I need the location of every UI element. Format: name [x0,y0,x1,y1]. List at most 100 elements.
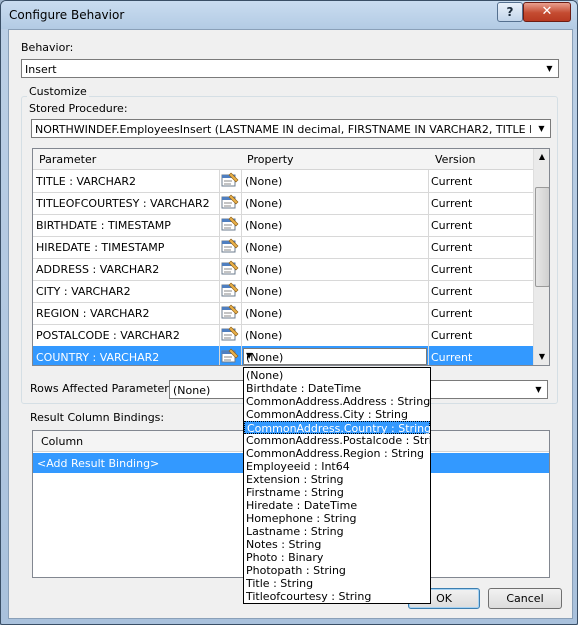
dropdown-option[interactable]: CommonAddress.Country : String [244,421,430,435]
close-button[interactable]: ✕ [523,2,571,22]
version-cell[interactable]: Current [431,285,472,298]
scroll-down-icon[interactable]: ▼ [534,349,549,365]
column-divider [428,258,429,280]
cancel-button[interactable]: Cancel [488,588,562,609]
dropdown-option[interactable]: Photopath : String [244,564,430,577]
table-row[interactable]: ADDRESS : VARCHAR2 (None) Current [33,258,533,281]
stored-procedure-combo[interactable]: NORTHWINDEF.EmployeesInsert (LASTNAME IN… [31,119,551,138]
title-bar[interactable]: Configure Behavior ? ✕ [1,1,577,29]
rows-affected-label: Rows Affected Parameter: [30,382,173,395]
table-row[interactable]: BIRTHDATE : TIMESTAMP (None) Current [33,214,533,237]
column-divider [241,324,242,346]
property-editor-icon[interactable] [221,194,239,210]
rows-affected-value: (None) [173,384,211,397]
dropdown-option[interactable]: Photo : Binary [244,551,430,564]
property-editor-icon[interactable] [221,260,239,276]
dropdown-option[interactable]: CommonAddress.Region : String [244,447,430,460]
column-divider [428,170,429,192]
parameter-cell: TITLE : VARCHAR2 [36,175,137,188]
scroll-thumb[interactable] [535,187,549,287]
property-cell[interactable]: (None) [245,197,282,210]
dropdown-option[interactable]: Hiredate : DateTime [244,499,430,512]
parameter-cell: HIREDATE : TIMESTAMP [36,241,165,254]
behavior-combo[interactable]: Insert ▼ [21,59,559,78]
dropdown-option[interactable]: CommonAddress.Address : String [244,395,430,408]
table-row[interactable]: TITLE : VARCHAR2 (None) Current [33,170,533,193]
parameter-cell: POSTALCODE : VARCHAR2 [36,329,180,342]
property-dropdown-list[interactable]: (None) Birthdate : DateTime CommonAddress.… [243,367,431,604]
header-parameter[interactable]: Parameter [39,153,96,166]
column-divider [241,280,242,302]
table-row[interactable]: REGION : VARCHAR2 (None) Current [33,302,533,325]
property-editor-icon[interactable] [221,304,239,320]
property-editor-icon[interactable] [221,216,239,232]
chevron-down-icon: ▼ [246,351,253,360]
property-editor-icon[interactable] [221,172,239,188]
dropdown-option[interactable]: Homephone : String [244,512,430,525]
result-bindings-label: Result Column Bindings: [30,411,165,424]
column-divider [219,236,220,258]
help-button[interactable]: ? [497,2,523,22]
stored-procedure-label: Stored Procedure: [29,102,128,115]
parameter-cell: ADDRESS : VARCHAR2 [36,263,160,276]
dropdown-option[interactable]: (None) [244,369,430,382]
dropdown-option[interactable]: Lastname : String [244,525,430,538]
property-combo[interactable]: (None) ▼ [243,348,427,365]
table-row[interactable]: COUNTRY : VARCHAR2 (None) ▼ Current [33,346,533,365]
version-cell[interactable]: Current [431,241,472,254]
property-cell[interactable]: (None) [245,285,282,298]
property-editor-icon[interactable] [221,238,239,254]
table-row[interactable]: CITY : VARCHAR2 (None) Current [33,280,533,303]
configure-behavior-dialog: Configure Behavior ? ✕ Behavior: Insert … [0,0,578,625]
table-row[interactable]: HIREDATE : TIMESTAMP (None) Current [33,236,533,259]
version-cell[interactable]: Current [431,219,472,232]
window-title: Configure Behavior [9,8,125,22]
parameter-cell: CITY : VARCHAR2 [36,285,131,298]
property-cell[interactable]: (None) [245,219,282,232]
dropdown-option[interactable]: CommonAddress.City : String [244,408,430,421]
header-property[interactable]: Property [247,153,294,166]
column-divider [428,346,429,365]
dropdown-option[interactable]: Birthdate : DateTime [244,382,430,395]
column-divider [219,346,220,365]
parameter-cell: REGION : VARCHAR2 [36,307,150,320]
header-version[interactable]: Version [435,153,475,166]
property-cell[interactable]: (None) [245,307,282,320]
grid-vertical-scrollbar[interactable]: ▲ ▼ [533,149,549,365]
chevron-down-icon: ▼ [535,385,542,394]
dropdown-option[interactable]: Extension : String [244,473,430,486]
dropdown-option[interactable]: Title : String [244,577,430,590]
version-cell[interactable]: Current [431,351,472,364]
table-row[interactable]: POSTALCODE : VARCHAR2 (None) Current [33,324,533,347]
table-row[interactable]: TITLEOFCOURTESY : VARCHAR2 (None) Current [33,192,533,215]
column-divider [241,170,242,192]
version-cell[interactable]: Current [431,175,472,188]
dropdown-option[interactable]: Titleofcourtesy : String [244,590,430,603]
chevron-down-icon: ▼ [546,64,553,73]
chevron-down-icon: ▼ [538,124,545,133]
grid-header: Parameter Property Version [33,149,533,170]
property-cell[interactable]: (None) [245,175,282,188]
dropdown-option[interactable]: Employeeid : Int64 [244,460,430,473]
property-cell[interactable]: (None) [245,241,282,254]
property-editor-icon[interactable] [221,282,239,298]
dropdown-option[interactable]: CommonAddress.Postalcode : String [244,434,430,447]
column-divider [428,236,429,258]
parameter-grid[interactable]: Parameter Property Version TITLE : VARCH… [32,148,550,366]
header-column[interactable]: Column [41,435,83,448]
dropdown-option[interactable]: Notes : String [244,538,430,551]
property-editor-icon[interactable] [221,326,239,342]
column-divider [428,302,429,324]
property-cell[interactable]: (None) [245,263,282,276]
version-cell[interactable]: Current [431,329,472,342]
scroll-up-icon[interactable]: ▲ [534,149,549,165]
column-divider [219,280,220,302]
property-cell[interactable]: (None) [245,329,282,342]
dropdown-option[interactable]: Firstname : String [244,486,430,499]
version-cell[interactable]: Current [431,307,472,320]
property-editor-icon[interactable] [221,348,239,364]
version-cell[interactable]: Current [431,263,472,276]
column-divider [241,302,242,324]
add-result-binding-label: <Add Result Binding> [37,457,160,470]
version-cell[interactable]: Current [431,197,472,210]
